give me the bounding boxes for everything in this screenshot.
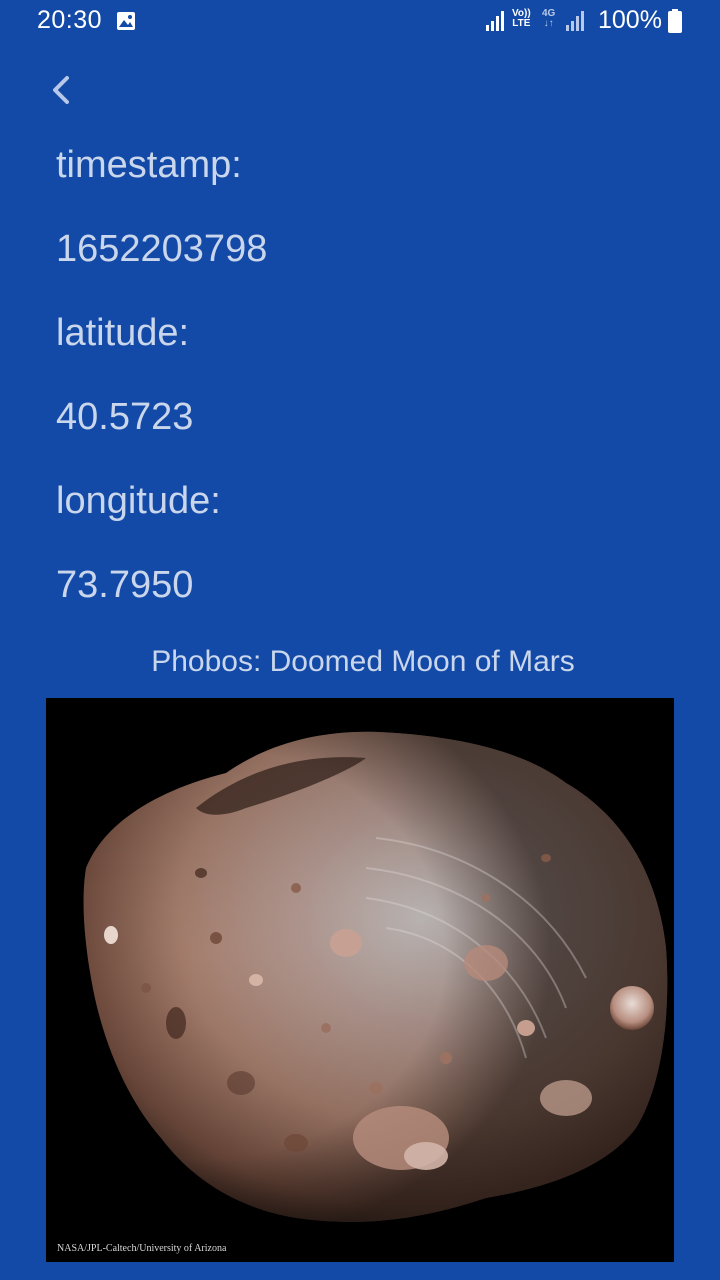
apod-title: Phobos: Doomed Moon of Mars — [151, 645, 575, 678]
battery-percent: 100% — [598, 6, 662, 34]
timestamp-label: timestamp: — [56, 144, 242, 186]
apod-image: NASA/JPL-Caltech/University of Arizona — [46, 698, 674, 1262]
status-bar: 20:30 Vo)) LTE 4G ↓↑ 100% — [0, 0, 720, 44]
longitude-value: 73.7950 — [56, 564, 194, 606]
longitude-label: longitude: — [56, 480, 221, 522]
back-button[interactable] — [40, 68, 84, 112]
signal-strength-2-icon — [566, 11, 584, 31]
phobos-image: NASA/JPL-Caltech/University of Arizona — [46, 698, 674, 1262]
signal-strength-icon — [486, 11, 504, 31]
gallery-notification-icon — [117, 12, 135, 30]
network-4g-icon: 4G ↓↑ — [542, 8, 556, 29]
latitude-value: 40.5723 — [56, 396, 194, 438]
image-credit: NASA/JPL-Caltech/University of Arizona — [57, 1243, 227, 1254]
latitude-label: latitude: — [56, 312, 190, 354]
timestamp-value: 1652203798 — [56, 228, 268, 270]
battery-icon — [668, 9, 682, 33]
chevron-left-icon — [53, 76, 69, 104]
status-time: 20:30 — [37, 6, 103, 34]
volte-icon: Vo)) LTE — [512, 8, 531, 29]
